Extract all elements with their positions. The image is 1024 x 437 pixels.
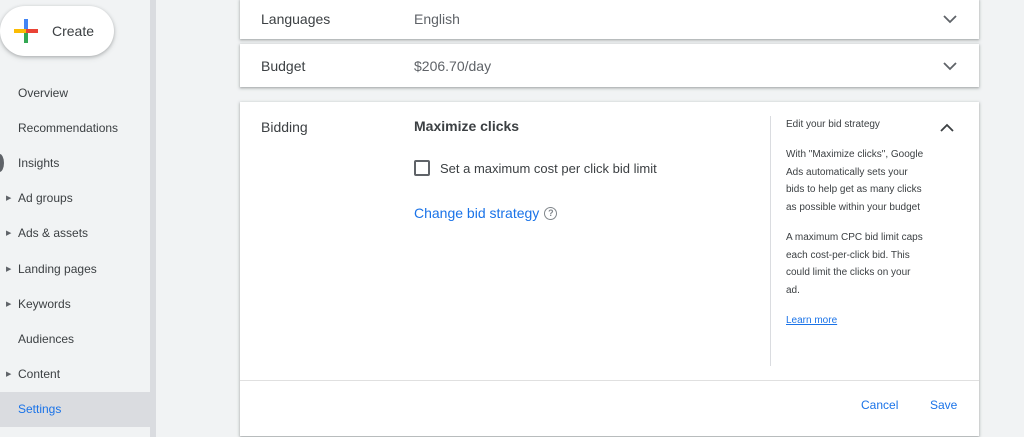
- plus-icon: [14, 19, 38, 43]
- help-circle-icon[interactable]: ?: [544, 206, 558, 220]
- max-cpc-checkbox-label[interactable]: Set a maximum cost per click bid limit: [440, 161, 657, 176]
- sidebar-item-keywords[interactable]: ▶ Keywords: [0, 286, 150, 321]
- bidding-card: Bidding Maximize clicks Set a maximum co…: [240, 102, 979, 436]
- languages-row[interactable]: Languages English: [240, 0, 979, 39]
- sidebar-item-label: Ad groups: [18, 191, 73, 206]
- caret-right-icon: ▶: [6, 195, 12, 203]
- save-button[interactable]: Save: [930, 398, 957, 412]
- sidebar-item-label: Overview: [18, 85, 69, 100]
- create-button[interactable]: Create: [0, 6, 114, 56]
- sidebar-item-overview[interactable]: Overview: [0, 75, 150, 110]
- budget-value: $206.70/day: [414, 57, 492, 74]
- budget-label: Budget: [261, 57, 306, 74]
- create-button-label: Create: [52, 23, 95, 39]
- bid-strategy-title: Maximize clicks: [414, 118, 520, 134]
- budget-row[interactable]: Budget $206.70/day: [240, 44, 979, 87]
- sidebar-item-label: Keywords: [18, 296, 71, 311]
- sidebar-item-label: Landing pages: [18, 261, 97, 276]
- sidebar-item-label: Settings: [18, 402, 62, 417]
- sidebar-item-label: Ads & assets: [18, 226, 89, 241]
- sidebar-item-label: Recommendations: [18, 120, 119, 135]
- change-bid-strategy-text[interactable]: Change bid strategy: [414, 205, 539, 221]
- chevron-down-icon[interactable]: [943, 12, 957, 26]
- sidebar-item-content[interactable]: ▶ Content: [0, 357, 150, 392]
- sidebar-item-recommendations[interactable]: Recommendations: [0, 110, 150, 145]
- max-cpc-checkbox-row[interactable]: Set a maximum cost per click bid limit: [414, 160, 657, 176]
- sidebar-divider[interactable]: [150, 0, 156, 437]
- caret-right-icon: ▶: [6, 230, 12, 238]
- sidebar-item-ads-assets[interactable]: ▶ Ads & assets: [0, 216, 150, 251]
- sidebar-item-label: Audiences: [18, 331, 75, 346]
- sidebar-item-settings[interactable]: Settings: [0, 391, 150, 427]
- chevron-down-icon[interactable]: [943, 59, 957, 73]
- sidebar-item-ad-groups[interactable]: ▶ Ad groups: [0, 181, 150, 216]
- sidebar-item-label: Insights: [18, 155, 60, 170]
- footer-divider: [240, 380, 979, 381]
- caret-right-icon: ▶: [6, 300, 12, 308]
- sidebar-nav: Overview Recommendations Insights ▶ Ad g…: [0, 75, 150, 427]
- languages-value: English: [414, 11, 460, 27]
- change-bid-strategy-link[interactable]: Change bid strategy ?: [414, 205, 558, 221]
- help-panel-paragraph: A maximum CPC bid limit caps each cost-p…: [786, 232, 923, 296]
- help-panel: Edit your bid strategy With "Maximize cl…: [770, 116, 970, 366]
- sidebar-item-insights[interactable]: Insights: [0, 145, 150, 180]
- chevron-up-icon[interactable]: [940, 121, 954, 135]
- caret-right-icon: ▶: [6, 371, 12, 379]
- sidebar-item-landing-pages[interactable]: ▶ Landing pages: [0, 251, 150, 286]
- languages-label: Languages: [261, 11, 331, 27]
- sidebar: Create Overview Recommendations Insights…: [0, 0, 153, 437]
- caret-right-icon: ▶: [6, 265, 12, 273]
- bidding-label: Bidding: [261, 119, 308, 135]
- learn-more-link[interactable]: Learn more: [786, 315, 837, 326]
- sidebar-item-label: Content: [18, 367, 61, 382]
- max-cpc-checkbox[interactable]: [414, 160, 430, 176]
- cancel-button[interactable]: Cancel: [861, 398, 898, 412]
- sidebar-item-audiences[interactable]: Audiences: [0, 321, 150, 356]
- help-panel-paragraph: With "Maximize clicks", Google Ads autom…: [786, 149, 924, 213]
